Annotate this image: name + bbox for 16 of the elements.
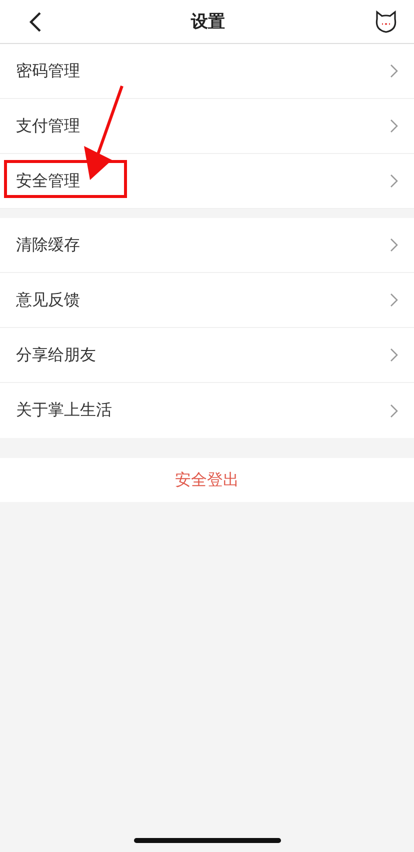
- logout-button[interactable]: 安全登出: [0, 458, 414, 502]
- chevron-right-icon: [390, 64, 398, 78]
- chevron-right-icon: [390, 348, 398, 362]
- settings-item[interactable]: 意见反馈: [0, 273, 414, 328]
- chevron-right-icon: [390, 404, 398, 418]
- chevron-right-icon: [390, 293, 398, 307]
- cat-face-icon[interactable]: [374, 10, 398, 34]
- page-title: 设置: [191, 11, 225, 33]
- settings-item[interactable]: 关于掌上生活: [0, 383, 414, 438]
- settings-item[interactable]: 分享给朋友: [0, 328, 414, 383]
- chevron-right-icon: [390, 174, 398, 188]
- settings-item[interactable]: 密码管理: [0, 44, 414, 99]
- settings-item[interactable]: 清除缓存: [0, 218, 414, 273]
- back-icon[interactable]: [28, 10, 42, 32]
- chevron-right-icon: [390, 119, 398, 133]
- chevron-right-icon: [390, 238, 398, 252]
